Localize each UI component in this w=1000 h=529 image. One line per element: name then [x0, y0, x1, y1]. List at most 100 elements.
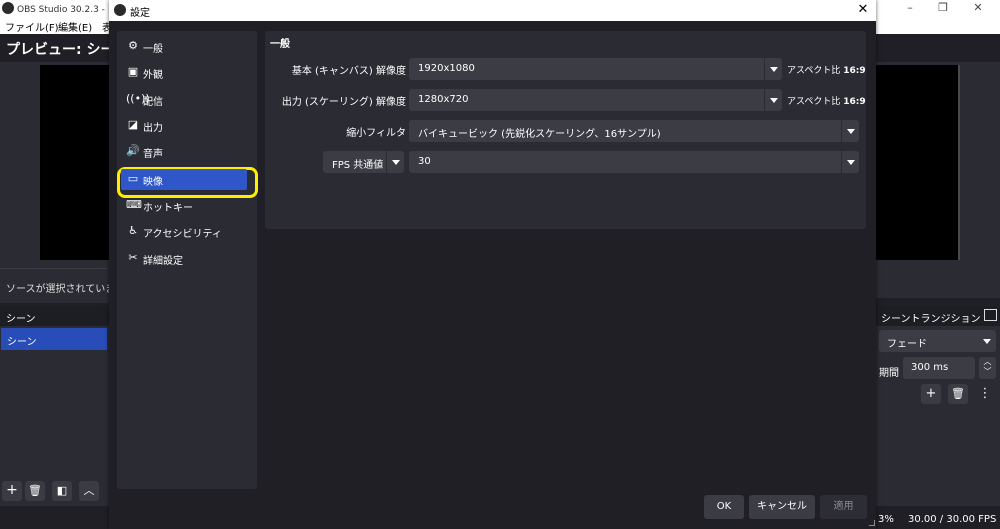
appearance-icon: ▣	[127, 65, 139, 78]
dropdown-button[interactable]	[841, 120, 859, 142]
more-options-icon[interactable]: ⋮	[975, 384, 995, 404]
sidebar-item-output[interactable]: ◪ 出力	[121, 115, 253, 136]
scenes-dock-header: シーン	[0, 306, 110, 326]
output-resolution-combo[interactable]: 1280x720	[409, 89, 782, 111]
base-resolution-label: 基本 (キャンバス) 解像度	[291, 66, 406, 77]
preview-canvas-right[interactable]	[876, 65, 960, 260]
apply-button[interactable]: 適用	[820, 495, 867, 519]
menu-file[interactable]: ファイル(F)	[5, 19, 59, 34]
transitions-panel: フェード 期間 300 ms ︿ ﹀ + 🗑 ⋮	[876, 326, 1000, 506]
speaker-icon: 🔊	[126, 144, 140, 157]
remove-transition-button[interactable]: 🗑	[948, 384, 968, 404]
scene-toolbar: + 🗑 ◧ ︿	[0, 479, 110, 503]
sidebar-item-label: 映像	[143, 177, 163, 188]
cpu-usage: 3%	[878, 514, 894, 525]
sidebar-item-video[interactable]: ▭ 映像	[121, 169, 247, 190]
duration-value: 300 ms	[911, 362, 949, 373]
sidebar-item-accessibility[interactable]: ♿ アクセシビリティ	[121, 221, 253, 242]
duration-stepper[interactable]: ︿ ﹀	[979, 357, 996, 379]
chevron-down-icon	[770, 67, 778, 72]
close-icon[interactable]: ✕	[854, 2, 872, 18]
ok-button[interactable]: OK	[704, 495, 744, 519]
remove-scene-button[interactable]: 🗑	[25, 481, 45, 501]
sidebar-item-audio[interactable]: 🔊 音声	[121, 141, 253, 162]
fps-type-combo[interactable]: FPS 共通値	[323, 151, 404, 173]
resize-grip[interactable]	[869, 520, 875, 526]
sidebar-item-label: 配信	[143, 97, 163, 108]
output-resolution-label: 出力 (スケーリング) 解像度	[281, 97, 406, 108]
obs-logo-icon	[2, 2, 14, 14]
monitor-icon: ▭	[127, 172, 139, 185]
menu-edit[interactable]: 編集(E)	[58, 19, 92, 34]
minimize-icon[interactable]: –	[895, 0, 925, 16]
sidebar-item-label: ホットキー	[143, 203, 193, 214]
fps-status: 30.00 / 30.00 FPS	[908, 514, 997, 525]
aspect-value: 16:9	[843, 66, 866, 76]
dropdown-button[interactable]	[386, 151, 404, 173]
sidebar-item-stream[interactable]: ((•)) 配信	[121, 89, 253, 110]
aspect-prefix: アスペクト比	[787, 97, 841, 107]
preview-canvas[interactable]	[40, 65, 110, 260]
window-close-icon[interactable]: ✕	[963, 0, 993, 16]
cancel-button[interactable]: キャンセル	[749, 495, 815, 519]
tools-icon: ✂	[128, 251, 138, 264]
chevron-down-icon	[770, 98, 778, 103]
base-resolution-combo[interactable]: 1920x1080	[409, 58, 782, 80]
dropdown-button[interactable]	[764, 89, 782, 111]
base-resolution-value: 1920x1080	[418, 63, 475, 74]
base-aspect-ratio: アスペクト比 16:9	[787, 63, 866, 76]
settings-dialog: 設定 ✕ ⚙ 一般 ▣ 外観 ((•)) 配信 ◪ 出力 🔊 音声 ▭ 映像 ⌨	[109, 0, 876, 529]
maximize-icon[interactable]: ❐	[928, 0, 958, 16]
keyboard-icon: ⌨	[126, 198, 142, 211]
transitions-header-label: シーントランジション	[881, 314, 981, 325]
transition-select[interactable]: フェード	[879, 330, 996, 352]
fps-value-combo[interactable]: 30	[409, 151, 859, 173]
dropdown-button[interactable]	[841, 151, 859, 173]
dialog-title: 設定	[130, 8, 150, 19]
add-transition-button[interactable]: +	[921, 384, 941, 404]
dialog-titlebar: 設定 ✕	[109, 0, 876, 21]
add-scene-button[interactable]: +	[2, 481, 22, 501]
main-window-title: OBS Studio 30.2.3 - プ	[17, 5, 117, 15]
duration-input[interactable]: 300 ms	[903, 357, 975, 379]
chevron-down-icon	[847, 129, 855, 134]
sidebar-item-label: 出力	[143, 123, 163, 134]
obs-logo-icon	[114, 4, 126, 16]
video-settings-panel: 一般 基本 (キャンバス) 解像度 1920x1080 アスペクト比 16:9 …	[265, 31, 866, 229]
downscale-filter-label: 縮小フィルタ	[346, 128, 406, 139]
sidebar-item-label: 詳細設定	[143, 256, 183, 267]
scene-filter-button[interactable]: ◧	[52, 481, 72, 501]
downscale-filter-value: バイキュービック (先鋭化スケーリング、16サンプル)	[418, 129, 661, 140]
chevron-down-icon	[847, 160, 855, 165]
sidebar-item-appearance[interactable]: ▣ 外観	[121, 62, 253, 83]
output-icon: ◪	[127, 118, 139, 131]
fps-value: 30	[418, 156, 431, 167]
gear-icon: ⚙	[128, 39, 138, 52]
settings-sidebar: ⚙ 一般 ▣ 外観 ((•)) 配信 ◪ 出力 🔊 音声 ▭ 映像 ⌨ ホットキ…	[117, 31, 258, 489]
duration-label: 期間	[879, 368, 899, 379]
sidebar-item-label: アクセシビリティ	[143, 229, 222, 240]
output-resolution-value: 1280x720	[418, 94, 469, 105]
sidebar-item-label: 音声	[143, 149, 163, 160]
accessibility-icon: ♿	[128, 224, 138, 237]
chevron-down-icon	[983, 339, 991, 344]
chevron-down-icon	[392, 160, 400, 165]
move-scene-up-button[interactable]: ︿	[79, 481, 99, 501]
downscale-filter-combo[interactable]: バイキュービック (先鋭化スケーリング、16サンプル)	[409, 120, 859, 142]
scene-item[interactable]: シーン	[1, 328, 107, 350]
transition-value: フェード	[887, 339, 927, 350]
scene-item-label: シーン	[7, 337, 37, 348]
fps-type-value: FPS 共通値	[332, 160, 384, 171]
sidebar-item-hotkeys[interactable]: ⌨ ホットキー	[121, 195, 253, 216]
aspect-value: 16:9	[843, 97, 866, 107]
sidebar-item-general[interactable]: ⚙ 一般	[121, 36, 253, 57]
aspect-prefix: アスペクト比	[787, 66, 841, 76]
dropdown-button[interactable]	[764, 58, 782, 80]
status-bar: 3% 30.00 / 30.00 FPS	[876, 511, 1000, 529]
sidebar-item-advanced[interactable]: ✂ 詳細設定	[121, 248, 253, 269]
sidebar-item-label: 外観	[143, 70, 163, 81]
undock-icon[interactable]	[984, 309, 997, 321]
transitions-dock-header: シーントランジション	[876, 306, 1000, 326]
sidebar-item-label: 一般	[143, 44, 163, 55]
scenes-header-label: シーン	[6, 314, 36, 325]
